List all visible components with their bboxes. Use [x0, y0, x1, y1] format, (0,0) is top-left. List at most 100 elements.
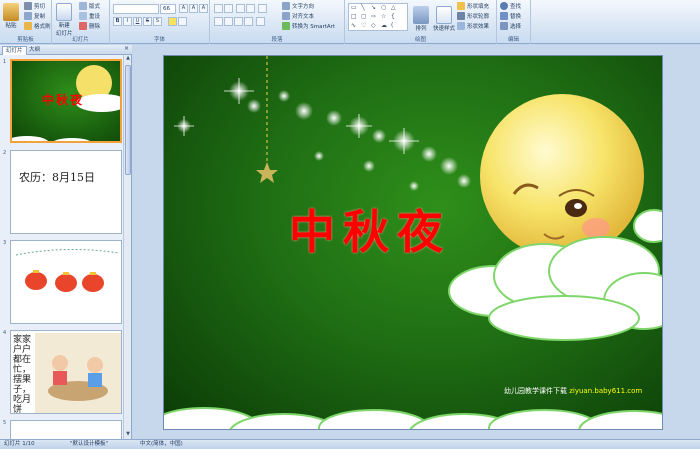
bullets-button[interactable]: [214, 4, 223, 13]
new-slide-button[interactable]: 新建 幻灯片: [56, 3, 73, 37]
font-name-box[interactable]: [113, 4, 159, 14]
slide-number: 2: [3, 150, 7, 156]
clipboard-group: 粘贴 剪切 复制 格式刷 剪贴板: [0, 0, 52, 44]
align-center-button[interactable]: [224, 17, 233, 26]
slide-thumbnail-2[interactable]: 农历：8月15日: [10, 150, 122, 234]
decrease-indent-button[interactable]: [236, 4, 245, 13]
justify-button[interactable]: [244, 17, 253, 26]
paragraph-group: 文字方向 对齐文本 转换为 SmartArt 段落: [210, 0, 345, 44]
arrow-shape-icon[interactable]: ↘: [371, 4, 376, 11]
language-indicator[interactable]: 中文(简体，中国): [140, 440, 183, 449]
format-painter-button[interactable]: 格式刷: [24, 22, 51, 30]
scroll-down-icon[interactable]: ▼: [124, 431, 132, 439]
curve-shape-icon[interactable]: ∿: [351, 22, 356, 29]
rounded-rect-shape-icon[interactable]: ▢: [361, 13, 367, 20]
slide-thumbnail-4[interactable]: 家家户户都在忙，摆果子，吃月饼: [10, 330, 122, 414]
slide-number: 1: [3, 59, 7, 65]
right-arrow-shape-icon[interactable]: ⇨: [371, 13, 376, 20]
shape-effects-button[interactable]: 形状效果: [457, 22, 489, 30]
clear-format-button[interactable]: A: [199, 4, 208, 13]
columns-button[interactable]: [256, 17, 265, 26]
line-spacing-button[interactable]: [258, 4, 267, 13]
slide-counter: 幻灯片 1/10: [4, 441, 35, 447]
text-direction-button[interactable]: 文字方向: [282, 2, 314, 10]
shape-fill-button[interactable]: 形状填充: [457, 2, 489, 10]
diamond-shape-icon[interactable]: ◇: [371, 22, 376, 29]
oval-shape-icon[interactable]: ○: [381, 4, 386, 11]
italic-button[interactable]: I: [123, 17, 132, 26]
increase-indent-button[interactable]: [246, 4, 255, 13]
line-shape-icon[interactable]: ╲: [361, 4, 365, 11]
font-size-box[interactable]: 66: [160, 4, 176, 14]
delete-slide-button[interactable]: 删除: [79, 22, 100, 30]
slides-pane: 幻灯片 大纲 × 1 中秋夜 2 农历：8月15日 3 4 家家户户都在忙，摆果…: [0, 45, 132, 439]
quick-styles-button[interactable]: 快速样式: [433, 6, 455, 32]
star-shape-icon[interactable]: ☆: [381, 13, 386, 20]
slide-footer: 幼儿园教学课件下载 ziyuan.baby611.com: [504, 386, 642, 396]
shape-outline-button[interactable]: 形状轮廓: [457, 12, 489, 20]
brace-shape-icon[interactable]: {: [391, 13, 395, 20]
slides-label: 幻灯片: [72, 37, 89, 43]
replace-button[interactable]: 替换: [500, 12, 521, 20]
arrange-button[interactable]: 排列: [413, 6, 429, 32]
smartart-button[interactable]: 转换为 SmartArt: [282, 22, 335, 30]
reset-icon: [79, 12, 87, 20]
align-right-button[interactable]: [234, 17, 243, 26]
layout-button[interactable]: 版式: [79, 2, 100, 10]
paragraph-label: 段落: [271, 37, 283, 43]
slide-editor: 中秋夜 幼儿园教学课件下载 ziyuan.baby611.com: [133, 45, 700, 439]
close-pane-icon[interactable]: ×: [124, 45, 129, 52]
shrink-font-button[interactable]: A: [189, 4, 198, 13]
editing-group: 查找 替换 选择 编辑: [497, 0, 531, 44]
outline-pen-icon: [457, 12, 465, 20]
theme-name[interactable]: "默认设计模板": [70, 440, 108, 449]
copy-button[interactable]: 复制: [24, 12, 45, 20]
fill-bucket-icon: [457, 2, 465, 10]
cloud-shape-icon[interactable]: ☁: [381, 22, 387, 29]
slide-thumbnail-5[interactable]: [10, 420, 122, 439]
grow-font-button[interactable]: A: [179, 4, 188, 13]
slide-thumbnail-3[interactable]: [10, 240, 122, 324]
binoculars-icon: [500, 2, 508, 10]
bracket-shape-icon[interactable]: (: [391, 22, 393, 29]
scroll-thumb[interactable]: [125, 65, 131, 175]
text-shadow-button[interactable]: S: [153, 17, 162, 26]
tab-outline[interactable]: 大纲: [26, 46, 43, 55]
footer-link[interactable]: ziyuan.baby611.com: [569, 387, 642, 395]
scroll-up-icon[interactable]: ▲: [124, 55, 132, 63]
heart-shape-icon[interactable]: ♡: [361, 22, 366, 29]
tab-slides[interactable]: 幻灯片: [2, 46, 27, 55]
rectangle-shape-icon[interactable]: ▭: [351, 4, 357, 11]
slide-number: 5: [3, 420, 7, 426]
editing-label: 编辑: [507, 37, 519, 43]
smartart-icon: [282, 22, 290, 30]
slide-thumbnail-1[interactable]: 中秋夜: [10, 59, 122, 143]
highlight-color-button[interactable]: [168, 17, 177, 26]
underline-button[interactable]: U: [133, 17, 142, 26]
font-color-button[interactable]: [178, 17, 187, 26]
slide-number: 4: [3, 330, 7, 336]
paste-button[interactable]: 粘贴: [3, 3, 19, 29]
numbering-button[interactable]: [224, 4, 233, 13]
current-slide[interactable]: 中秋夜 幼儿园教学课件下载 ziyuan.baby611.com: [163, 55, 663, 430]
status-bar: 幻灯片 1/10 "默认设计模板" 中文(简体，中国): [0, 439, 700, 449]
family-preview: [35, 333, 121, 413]
slide-title[interactable]: 中秋夜: [289, 196, 451, 262]
slide-number: 3: [3, 240, 7, 246]
bold-button[interactable]: B: [113, 17, 122, 26]
square-shape-icon[interactable]: □: [351, 13, 357, 20]
shapes-gallery[interactable]: ▭ ╲ ↘ ○ △ □ ▢ ⇨ ☆ { ∿ ♡ ◇ ☁ (: [348, 3, 408, 31]
lanterns-preview: [15, 248, 120, 292]
triangle-shape-icon[interactable]: △: [391, 4, 396, 11]
pane-scrollbar[interactable]: ▲ ▼: [123, 55, 131, 439]
align-left-button[interactable]: [214, 17, 223, 26]
delete-icon: [79, 22, 87, 30]
drawing-label: 绘图: [414, 37, 426, 43]
strikethrough-button[interactable]: S: [143, 17, 152, 26]
find-button[interactable]: 查找: [500, 2, 521, 10]
reset-button[interactable]: 重设: [79, 12, 100, 20]
align-text-button[interactable]: 对齐文本: [282, 12, 314, 20]
select-button[interactable]: 选择: [500, 22, 521, 30]
align-text-icon: [282, 12, 290, 20]
cut-button[interactable]: 剪切: [24, 2, 45, 10]
